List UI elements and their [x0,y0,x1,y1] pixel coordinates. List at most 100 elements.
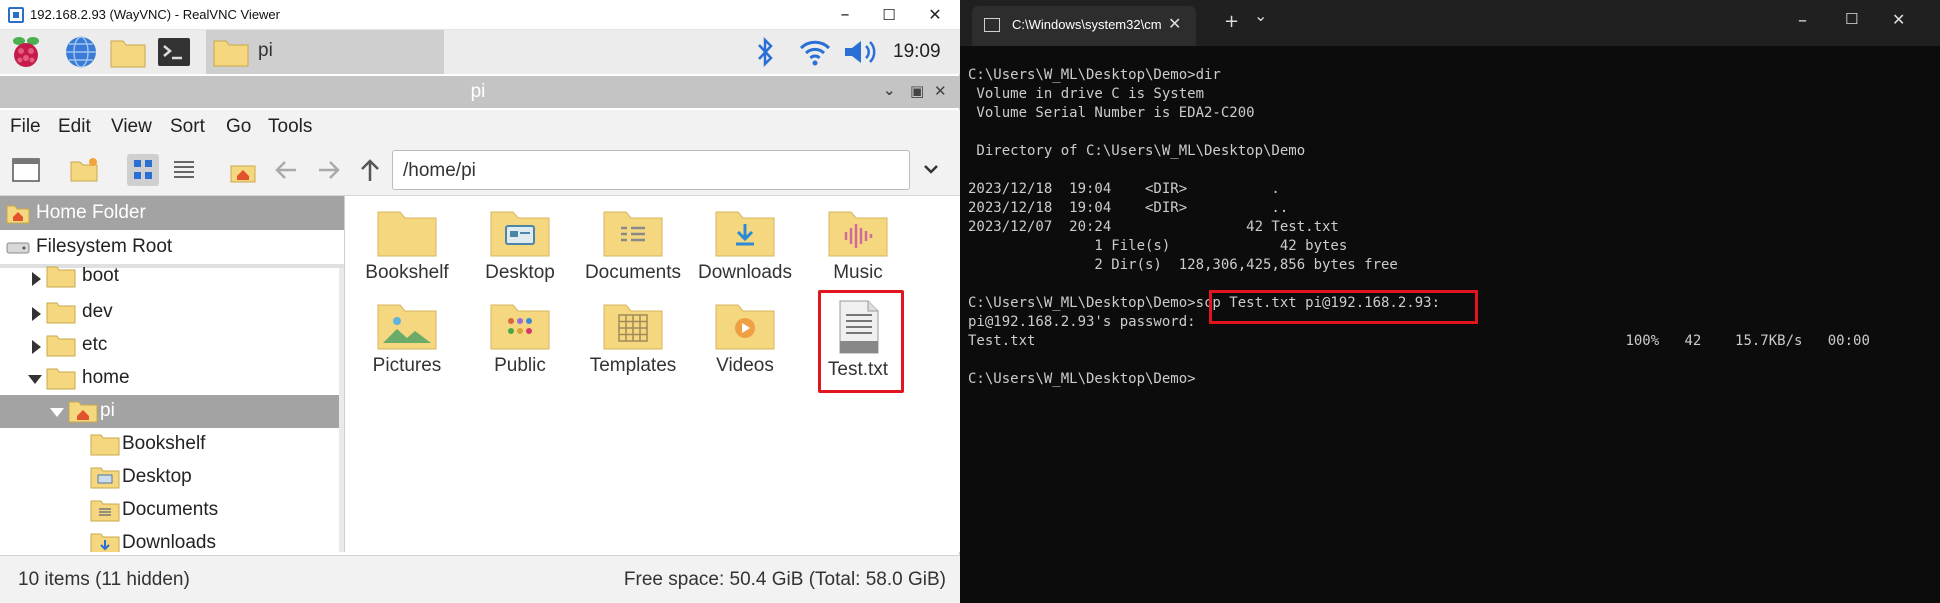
file-item-documents[interactable]: Documents [578,206,688,298]
tree-item-documents[interactable]: Documents [0,494,340,527]
fm-minimize-icon[interactable]: ⌄ [883,81,896,99]
expand-arrow-icon[interactable] [32,307,41,321]
tree-item-label: etc [82,334,108,355]
chevron-down-icon[interactable] [922,160,940,178]
vnc-minimize-button[interactable]: – [822,0,868,30]
list-view-icon[interactable] [168,154,200,186]
file-manager-title: pi [470,81,486,102]
documents-folder-icon [90,500,120,522]
tree-item-desktop[interactable]: Desktop [0,461,340,494]
vnc-title-bar: 192.168.2.93 (WayVNC) - RealVNC Viewer –… [0,0,960,30]
file-item-downloads[interactable]: Downloads [690,206,800,298]
tree-item-downloads[interactable]: Downloads [0,527,340,552]
file-manager-menu-bar: File Edit View Sort Go Tools [0,110,960,144]
tree-item-label: Bookshelf [122,433,206,454]
file-item-label: Music [833,262,883,283]
file-item-label: Downloads [698,262,792,283]
path-text: /home/pi [403,160,476,181]
item-count-text: 10 items (11 hidden) [18,569,190,590]
web-browser-icon[interactable] [63,34,99,70]
raspberry-menu-icon[interactable] [8,34,44,70]
tab-dropdown-icon[interactable]: ⌄ [1254,6,1267,25]
home-folder-icon [6,205,30,224]
file-item-label: Pictures [372,355,442,376]
collapse-arrow-icon[interactable] [28,375,42,384]
icon-view-icon[interactable] [127,154,159,186]
side-pane-scrollbar[interactable] [339,268,344,552]
place-label: Filesystem Root [36,236,173,257]
new-tab-button[interactable]: + [1224,11,1239,32]
tree-item-etc[interactable]: etc [0,329,340,362]
forward-arrow-icon[interactable] [313,154,345,186]
expand-arrow-icon[interactable] [32,272,41,286]
file-item-bookshelf[interactable]: Bookshelf [352,206,462,298]
file-item-public[interactable]: Public [465,299,575,391]
fm-close-icon[interactable]: ✕ [934,82,947,100]
collapse-arrow-icon[interactable] [50,408,64,417]
new-window-icon[interactable] [10,154,42,186]
terminal-line: Directory of C:\Users\W_ML\Desktop\Demo [968,143,1306,159]
vnc-maximize-button[interactable]: ☐ [866,0,912,30]
free-space-text: Free space: 50.4 GiB (Total: 58.0 GiB) [623,569,946,590]
terminal-output[interactable]: C:\Users\W_ML\Desktop\Demo>dir Volume in… [968,66,1936,596]
fm-maximize-icon[interactable]: ▣ [910,82,924,100]
terminal-line: 2023/12/18 19:04 <DIR> . [968,181,1280,197]
place-home-folder[interactable]: Home Folder [0,196,344,230]
menu-view[interactable]: View [111,116,152,138]
file-item-templates[interactable]: Templates [578,299,688,391]
home-folder-icon [68,401,98,423]
volume-icon[interactable] [842,38,882,66]
bluetooth-icon[interactable] [750,36,780,68]
tree-item-bookshelf[interactable]: Bookshelf [0,428,340,461]
menu-tools[interactable]: Tools [268,116,312,138]
realvnc-app-icon [8,7,24,23]
videos-folder-icon [715,304,775,350]
file-item-label: Templates [589,355,677,376]
cmd-maximize-button[interactable]: ☐ [1845,10,1858,28]
home-icon[interactable] [227,154,259,186]
new-folder-icon[interactable] [68,154,100,186]
tree-item-pi[interactable]: pi [0,395,340,428]
menu-sort[interactable]: Sort [170,116,205,138]
taskbar-window-button[interactable]: pi [206,30,444,74]
taskbar-clock[interactable]: 19:09 [893,41,941,63]
file-item-music[interactable]: Music [803,206,913,298]
tab-close-icon[interactable]: ✕ [1168,14,1181,33]
desktop-folder-icon [90,467,120,489]
menu-go[interactable]: Go [226,116,251,138]
folder-icon [377,211,437,257]
menu-file[interactable]: File [10,116,41,138]
file-item-label: Desktop [485,262,555,283]
expand-arrow-icon[interactable] [32,340,41,354]
terminal-line: 2023/12/18 19:04 <DIR> .. [968,200,1289,216]
cmd-minimize-button[interactable]: – [1798,10,1807,31]
folder-icon [46,302,76,324]
cmd-close-button[interactable]: ✕ [1892,10,1905,29]
terminal-line: 2023/12/07 20:24 42 Test.txt [968,219,1339,235]
vnc-close-button[interactable]: ✕ [912,0,958,30]
file-item-pictures[interactable]: Pictures [352,299,462,391]
cmd-icon [984,18,1000,32]
file-item-desktop[interactable]: Desktop [465,206,575,298]
wifi-icon[interactable] [798,38,832,66]
tree-item-dev[interactable]: dev [0,296,340,329]
cmd-tab[interactable]: C:\Windows\system32\cmd.e: ✕ [972,6,1196,46]
tree-item-label: Documents [122,499,219,520]
place-filesystem-root[interactable]: Filesystem Root [0,230,344,264]
folder-icon [46,335,76,357]
terminal-icon[interactable] [156,34,192,70]
tree-item-home[interactable]: home [0,362,340,395]
menu-edit[interactable]: Edit [58,116,91,138]
cmd-tab-title: C:\Windows\system32\cmd.e: [1012,17,1162,32]
tree-item-boot[interactable]: boot [0,264,340,297]
tree-item-label: home [82,367,130,388]
terminal-line: C:\Users\W_ML\Desktop\Demo> [968,371,1196,387]
file-manager-icon[interactable] [108,34,148,70]
up-arrow-icon[interactable] [354,154,386,186]
file-item-label: Videos [716,355,774,376]
folder-icon [90,434,120,456]
back-arrow-icon[interactable] [270,154,302,186]
path-bar[interactable]: /home/pi [392,150,910,190]
taskbar-window-label: pi [258,40,273,61]
file-item-videos[interactable]: Videos [690,299,800,391]
